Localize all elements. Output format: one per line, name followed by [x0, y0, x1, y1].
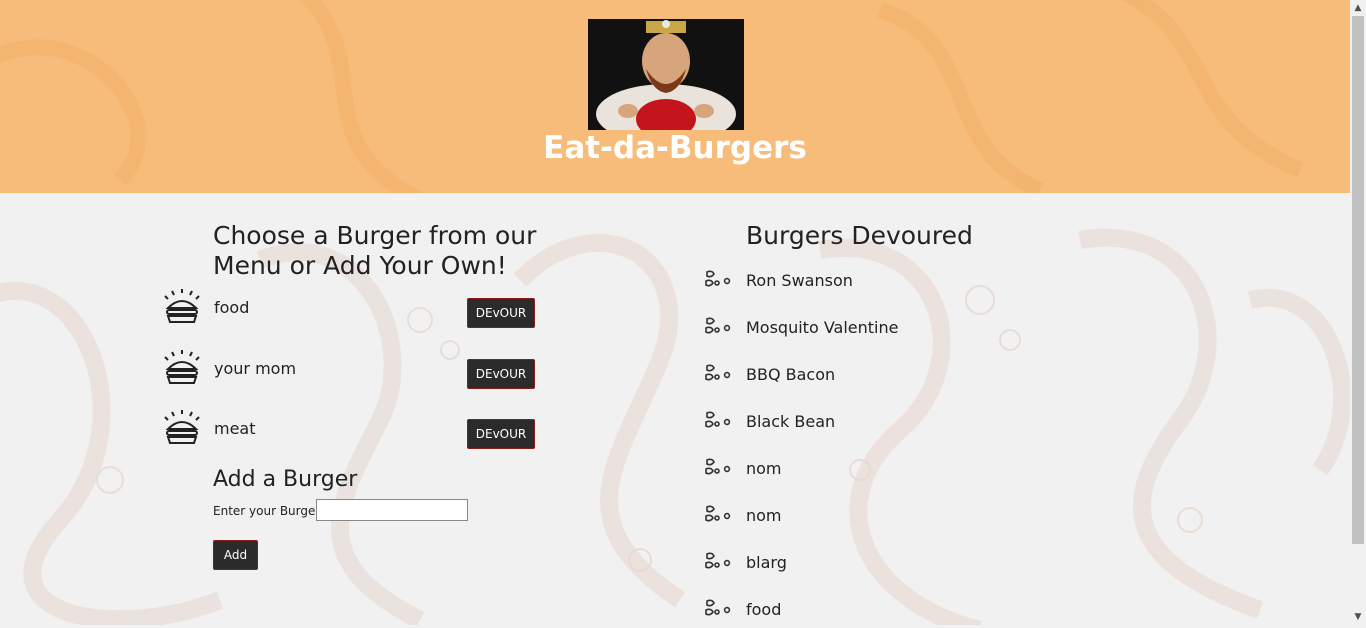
- devoured-name: food: [746, 600, 782, 619]
- devour-button[interactable]: DEvOUR: [467, 298, 535, 328]
- devoured-item: Ron Swanson: [700, 269, 1000, 299]
- main-content: Choose a Burger from our Menu or Add You…: [0, 193, 1350, 625]
- devoured-name: Ron Swanson: [746, 271, 853, 290]
- scroll-up-icon[interactable]: ▲: [1350, 0, 1366, 16]
- menu-heading: Choose a Burger from our Menu or Add You…: [213, 221, 537, 280]
- crumbs-icon: [705, 364, 731, 381]
- devour-button[interactable]: DEvOUR: [467, 359, 535, 389]
- devoured-name: BBQ Bacon: [746, 365, 836, 384]
- devoured-heading: Burgers Devoured: [746, 221, 973, 250]
- devour-button[interactable]: DEvOUR: [467, 419, 535, 449]
- burger-icon: [164, 410, 200, 444]
- devoured-name: Black Bean: [746, 412, 836, 431]
- menu-item: your mom DEvOUR: [160, 349, 540, 399]
- crumbs-icon: [705, 458, 731, 475]
- menu-item: meat DEvOUR: [160, 409, 540, 459]
- crumbs-icon: [705, 411, 731, 428]
- burger-name: meat: [214, 419, 256, 438]
- devoured-item: nom: [700, 457, 1000, 487]
- devoured-item: Mosquito Valentine: [700, 316, 1000, 346]
- site-title: Eat-da-Burgers: [543, 130, 807, 166]
- devoured-item: Black Bean: [700, 410, 1000, 440]
- burger-icon: [164, 289, 200, 323]
- page-scrollbar[interactable]: ▲ ▼: [1350, 0, 1366, 625]
- add-burger-heading: Add a Burger: [213, 467, 358, 492]
- devoured-name: Mosquito Valentine: [746, 318, 899, 337]
- devoured-item: blarg: [700, 551, 1000, 581]
- site-header: Eat-da-Burgers: [0, 0, 1350, 193]
- crumbs-icon: [705, 599, 731, 616]
- burger-name: food: [214, 298, 250, 317]
- menu-item: food DEvOUR: [160, 288, 540, 338]
- burger-name: your mom: [214, 359, 297, 378]
- crumbs-icon: [705, 270, 731, 287]
- scroll-down-icon[interactable]: ▼: [1350, 609, 1366, 625]
- add-button[interactable]: Add: [213, 540, 258, 570]
- burger-icon: [164, 350, 200, 384]
- devoured-name: blarg: [746, 553, 787, 572]
- devoured-item: BBQ Bacon: [700, 363, 1000, 393]
- burger-king-mascot-image: [588, 19, 744, 130]
- scroll-thumb[interactable]: [1352, 16, 1364, 544]
- crumbs-icon: [705, 552, 731, 569]
- burger-input[interactable]: [316, 499, 468, 521]
- devoured-name: nom: [746, 459, 782, 478]
- crumbs-icon: [705, 505, 731, 522]
- devoured-item: nom: [700, 504, 1000, 534]
- devoured-item: food: [700, 598, 1000, 628]
- crumbs-icon: [705, 317, 731, 334]
- burger-input-label: Enter your Burger: [213, 504, 321, 518]
- devoured-name: nom: [746, 506, 782, 525]
